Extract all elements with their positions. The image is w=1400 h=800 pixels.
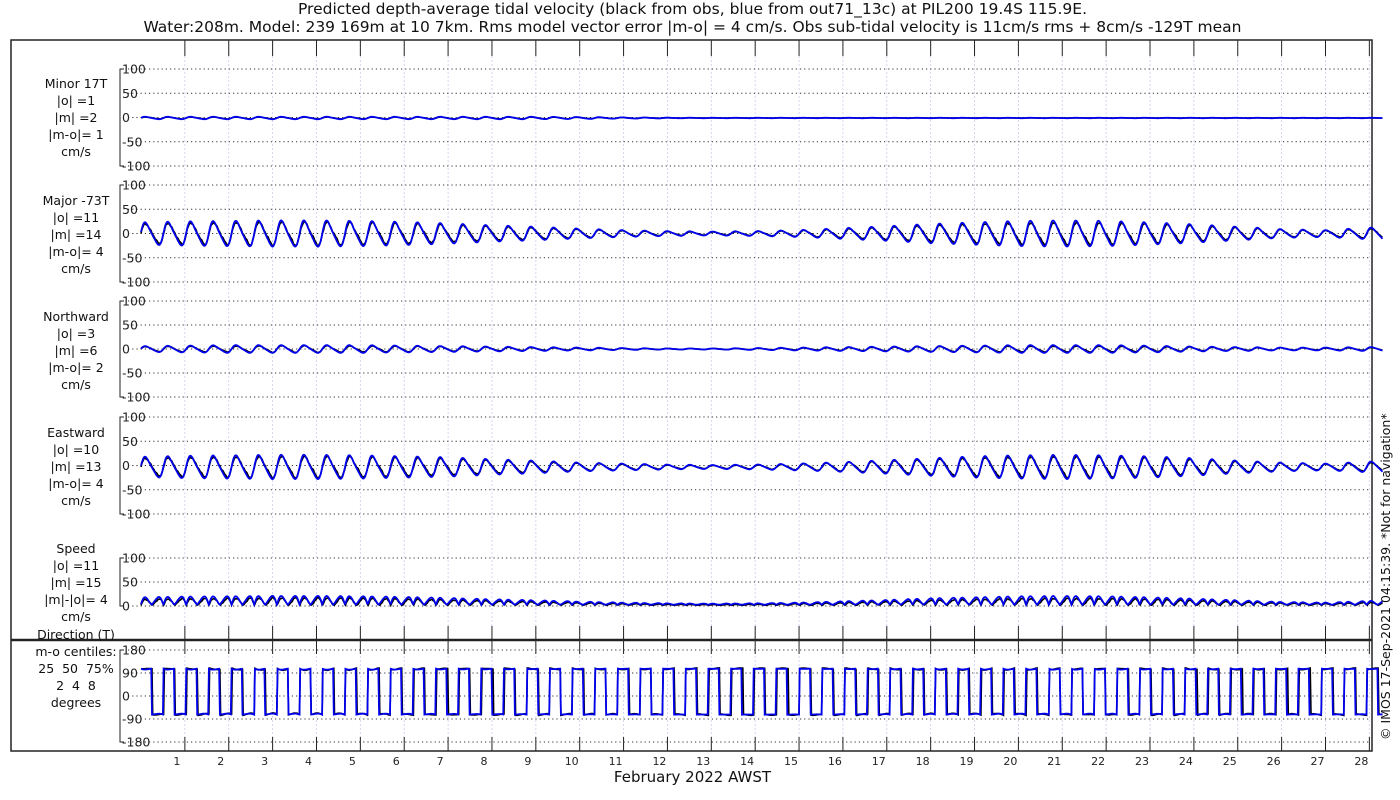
x-tick-label: 22 [1091,755,1105,768]
x-tick-label: 6 [393,755,400,768]
panel-label-line: |m| =6 [54,343,98,358]
x-tick-label: 23 [1135,755,1149,768]
panel-label-line: |m| =2 [54,110,98,125]
panel-label-line: Speed [56,541,96,556]
copyright-notice: © IMOS 17-Sep-2021 04:15:39. *Not for na… [1378,413,1393,740]
panel-label-line: cm/s [61,609,91,624]
x-tick-label: 5 [349,755,356,768]
model-line-minor [140,115,1383,121]
x-tick-label: 8 [480,755,487,768]
x-axis-label: February 2022 AWST [613,768,772,786]
panel-label-northward: Northward |o| =3 |m| =6 |m-o|= 2 cm/s [11,308,141,393]
x-tick-label: 20 [1003,755,1017,768]
panel-label-line: |o| =1 [56,93,96,108]
panel-label-direction: Direction (T) m-o centiles: 25 50 75% 2 4 8… [11,626,141,711]
panel-label-line: Major -73T [42,193,110,208]
panel-label-line: cm/s [61,493,91,508]
x-tick-label: 25 [1223,755,1237,768]
x-tick-label: 19 [960,755,974,768]
panel-label-line: m-o centiles: [35,644,117,659]
panel-label-line: |o| =11 [52,210,100,225]
panel-label-line: degrees [50,695,102,710]
panel-label-eastward: Eastward |o| =10 |m| =13 |m-o|= 4 cm/s [11,424,141,509]
x-tick-label: 2 [217,755,224,768]
panel-label-line: |m| =14 [50,227,102,242]
x-tick-label: 16 [828,755,842,768]
y-tick-label: -180 [122,735,150,750]
x-tick-label: 15 [784,755,798,768]
x-tick-label: 7 [437,755,444,768]
x-tick-label: 21 [1047,755,1061,768]
panel-label-speed: Speed |o| =11 |m| =15 |m|-|o|= 4 cm/s [11,540,141,625]
chart-area: 1 2 3 4 5 6 7 8 9 10 11 12 13 14 15 16 17 18 19 20 21 22 23 24 2… [10,39,1384,768]
panel-label-line: Direction (T) [37,627,115,642]
panel-label-line: cm/s [61,377,91,392]
plot-frame [10,39,1373,752]
x-tick-label: 11 [609,755,623,768]
x-tick-label: 10 [565,755,579,768]
panel-label-line: |m| =13 [50,459,102,474]
x-tick-label: 9 [524,755,531,768]
model-line-eastward [140,453,1384,481]
x-tick-label: 3 [261,755,268,768]
panel-label-line: cm/s [61,261,91,276]
x-tick-label: 24 [1179,755,1193,768]
x-tick-label: 1 [173,755,180,768]
y-tick-label: -100 [122,159,150,174]
panel-label-line: cm/s [61,144,91,159]
x-tick-label: 13 [696,755,710,768]
y-tick-label: 100 [122,294,146,309]
panel-label-line: 2 4 8 [56,678,96,693]
y-tick-label: 100 [122,178,146,193]
x-tick-label: 18 [916,755,930,768]
panel-label-line: |o| =11 [52,558,100,573]
x-tick-label: 4 [305,755,312,768]
panel-label-major: Major -73T |o| =11 |m| =14 |m-o|= 4 cm/s [11,192,141,277]
x-tick-label: 12 [652,755,666,768]
model-line-speed [140,594,1384,608]
panel-label-line: |m-o|= 1 [48,127,104,142]
y-tick-label: 100 [122,410,146,425]
panel-label-line: 25 50 75% [38,661,114,676]
x-tick-label: 27 [1310,755,1324,768]
y-tick-label: -90 [122,712,142,727]
panel-label-line: Minor 17T [44,76,108,91]
panel-label-line: |m-o|= 4 [48,244,104,259]
x-tick-label: 28 [1354,755,1368,768]
panel-label-line: |m-o|= 4 [48,476,104,491]
panel-label-line: Eastward [47,425,105,440]
panel-label-line: |m| =15 [50,575,102,590]
panel-label-line: Northward [43,309,109,324]
panel-label-minor: Minor 17T |o| =1 |m| =2 |m-o|= 1 cm/s [11,75,141,160]
model-line-direction [140,667,1383,717]
panel-label-line: |o| =3 [56,326,96,341]
panel-label-line: |m|-|o|= 4 [44,592,108,607]
x-tick-label: 14 [740,755,754,768]
model-line-major [140,219,1384,248]
x-tick-label: 26 [1267,755,1281,768]
x-tick-label: 17 [872,755,886,768]
panel-label-line: |m-o|= 2 [48,360,104,375]
panel-label-line: |o| =10 [52,442,100,457]
